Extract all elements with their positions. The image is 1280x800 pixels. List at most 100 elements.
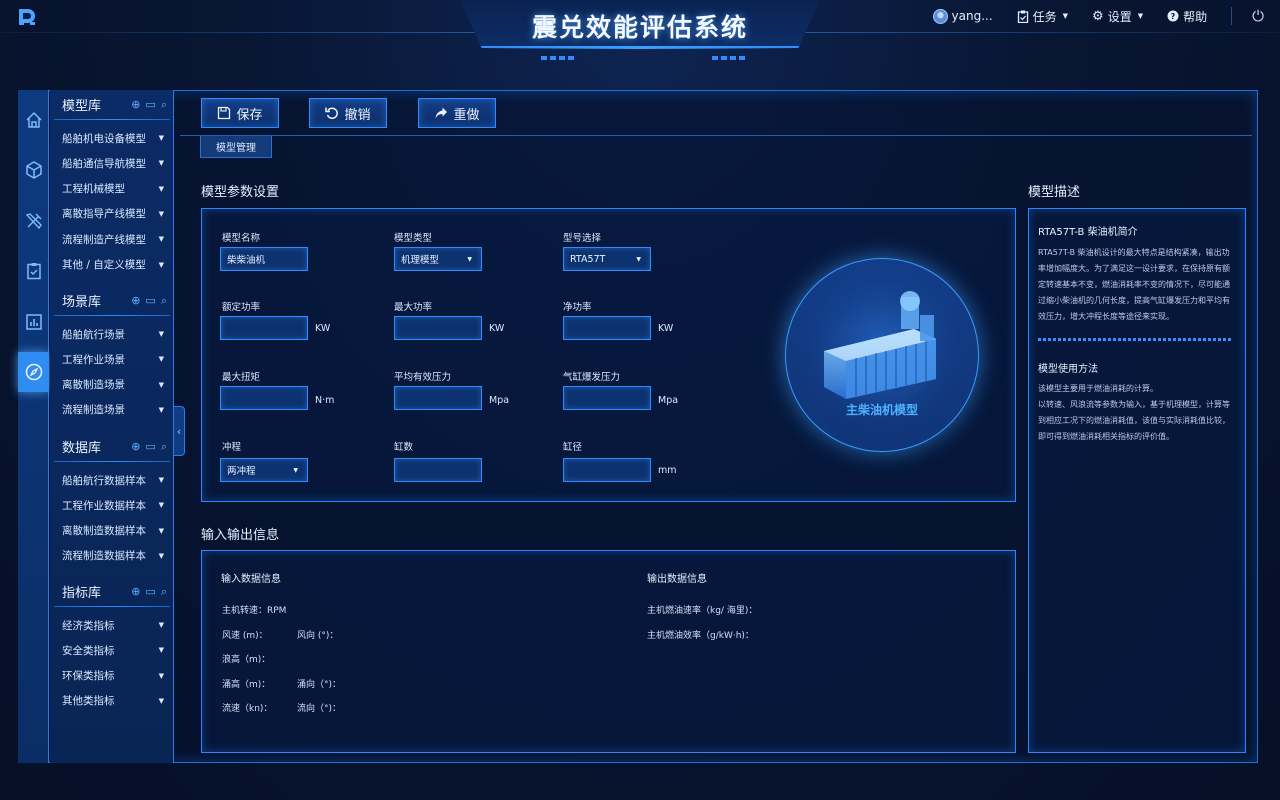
chevron-down-icon: ▼ <box>158 501 164 510</box>
add-icon[interactable]: ⊕ <box>131 98 140 112</box>
model-select-label: 型号选择 <box>563 233 602 244</box>
title-deco-right <box>712 56 746 60</box>
library-item-model-2[interactable]: 工程机械模型 ▼ <box>54 178 172 200</box>
collapse-panel-toggle[interactable]: ‹ <box>174 406 185 456</box>
library-item-label: 环保类指标 <box>62 670 115 683</box>
mean-pressure-input[interactable] <box>394 386 482 410</box>
search-icon[interactable]: ⌕ <box>161 440 167 454</box>
cylinders-input[interactable] <box>394 458 482 482</box>
rail-evaluate[interactable] <box>18 352 49 392</box>
undo-icon <box>325 107 339 119</box>
desc-line: 效压力，增大冲程长度等途径来实现。 <box>1038 312 1174 321</box>
add-icon[interactable]: ⊕ <box>131 585 140 599</box>
power-icon[interactable]: ⏻ <box>1252 7 1264 25</box>
library-item-index-1[interactable]: 安全类指标 ▼ <box>54 639 172 661</box>
help-link[interactable]: ? 帮助 <box>1167 8 1207 25</box>
tasks-menu[interactable]: 任务 ▼ <box>1017 8 1068 25</box>
tab-model-management[interactable]: 模型管理 <box>200 136 272 158</box>
library-item-scene-3[interactable]: 流程制造场景 ▼ <box>54 399 172 421</box>
model-no-select[interactable]: RTA57T ▼ <box>563 247 651 271</box>
chevron-down-icon: ▼ <box>158 380 164 389</box>
net-power-input[interactable] <box>563 316 651 340</box>
library-title: 场景库 <box>62 295 102 310</box>
input-rpm: 主机转速：RPM <box>222 606 287 616</box>
library-item-label: 工程作业场景 <box>62 353 125 366</box>
add-icon[interactable]: ⊕ <box>131 294 140 308</box>
max-torque-input[interactable] <box>220 386 308 410</box>
library-item-scene-2[interactable]: 离散制造场景 ▼ <box>54 374 172 396</box>
library-item-scene-1[interactable]: 工程作业场景 ▼ <box>54 348 172 370</box>
library-item-model-4[interactable]: 流程制造产线模型 ▼ <box>54 228 172 250</box>
cylinders-label: 缸数 <box>394 442 414 453</box>
desc-line: 定转速基本不变，燃油消耗率不变的情况下，尽可能通 <box>1038 280 1230 289</box>
rail-model[interactable] <box>18 150 49 190</box>
library-item-model-5[interactable]: 其他 / 自定义模型 ▼ <box>54 254 172 276</box>
mean-pressure-label: 平均有效压力 <box>394 372 452 383</box>
save-label: 保存 <box>236 107 263 123</box>
library-item-data-1[interactable]: 工程作业数据样本 ▼ <box>54 494 172 516</box>
engine-model-orb <box>785 258 979 452</box>
rail-tasks[interactable] <box>18 251 49 291</box>
stroke-select[interactable]: 两冲程 ▼ <box>220 458 308 482</box>
desc-section-title: 模型描述 <box>1028 185 1081 200</box>
logo-icon <box>19 9 35 25</box>
library-item-model-3[interactable]: 离散指导产线模型 ▼ <box>54 203 172 225</box>
user-menu[interactable]: yang... <box>932 8 993 24</box>
library-item-scene-0[interactable]: 船舶航行场景 ▼ <box>54 323 172 345</box>
redo-button[interactable]: 重做 <box>418 98 496 128</box>
model-name-label: 模型名称 <box>222 233 261 244</box>
output-fuel-rate: 主机燃油速率（kg/ 海里)： <box>647 606 758 616</box>
settings-menu[interactable]: ⚙ 设置 ▼ <box>1092 8 1143 25</box>
undo-label: 撤销 <box>344 107 371 123</box>
library-divider <box>54 606 170 607</box>
rail-tools[interactable] <box>18 201 49 241</box>
library-item-data-0[interactable]: 船舶航行数据样本 ▼ <box>54 469 172 491</box>
title-deco-left <box>541 56 575 60</box>
library-item-label: 离散指导产线模型 <box>62 208 146 221</box>
burst-pressure-input[interactable] <box>563 386 651 410</box>
model-name-value: 柴柴油机 <box>227 255 266 266</box>
model-type-select[interactable]: 机理模型 ▼ <box>394 247 482 271</box>
library-item-data-3[interactable]: 流程制造数据样本 ▼ <box>54 545 172 567</box>
search-icon[interactable]: ⌕ <box>161 98 167 112</box>
library-item-index-0[interactable]: 经济类指标 ▼ <box>54 614 172 636</box>
rail-charts[interactable] <box>18 302 49 342</box>
rail-home[interactable] <box>18 100 49 140</box>
search-icon[interactable]: ⌕ <box>161 585 167 599</box>
svg-text:?: ? <box>1171 12 1176 21</box>
icon-rail <box>18 90 49 763</box>
chevron-down-icon: ▼ <box>158 696 164 705</box>
library-item-data-2[interactable]: 离散制造数据样本 ▼ <box>54 520 172 542</box>
desc-line: 率增加幅度大。为了满足这一设计要求，在保持原有额 <box>1038 264 1230 273</box>
search-icon[interactable]: ⌕ <box>161 294 167 308</box>
add-icon[interactable]: ⊕ <box>131 440 140 454</box>
library-divider <box>54 315 170 316</box>
undo-button[interactable]: 撤销 <box>309 98 387 128</box>
bore-input[interactable] <box>563 458 651 482</box>
mean-pressure-unit: Mpa <box>489 395 510 406</box>
toolbar-divider <box>180 135 1252 136</box>
rated-power-input[interactable] <box>220 316 308 340</box>
library-item-model-1[interactable]: 船舶通信导航模型 ▼ <box>54 152 172 174</box>
library-item-index-2[interactable]: 环保类指标 ▼ <box>54 665 172 687</box>
max-power-input[interactable] <box>394 316 482 340</box>
folder-icon[interactable]: ▭ <box>145 294 155 308</box>
stroke-value: 两冲程 <box>227 466 256 477</box>
save-button[interactable]: 保存 <box>201 98 279 128</box>
clipboard-icon <box>1017 10 1028 23</box>
library-item-label: 其他 / 自定义模型 <box>62 259 146 271</box>
library-item-model-0[interactable]: 船舶机电设备模型 ▼ <box>54 127 172 149</box>
desc-divider <box>1038 338 1232 341</box>
input-current-dir: 流向（°)： <box>297 704 342 714</box>
chevron-down-icon: ▼ <box>158 551 164 560</box>
library-item-index-3[interactable]: 其他类指标 ▼ <box>54 690 172 712</box>
chevron-down-icon: ▼ <box>158 526 164 535</box>
folder-icon[interactable]: ▭ <box>145 585 155 599</box>
io-panel <box>201 550 1016 753</box>
folder-icon[interactable]: ▭ <box>145 440 155 454</box>
burst-pressure-unit: Mpa <box>658 395 679 406</box>
folder-icon[interactable]: ▭ <box>145 98 155 112</box>
tools-icon <box>25 213 42 230</box>
bore-unit: mm <box>658 465 677 476</box>
model-name-input[interactable]: 柴柴油机 <box>220 247 308 271</box>
